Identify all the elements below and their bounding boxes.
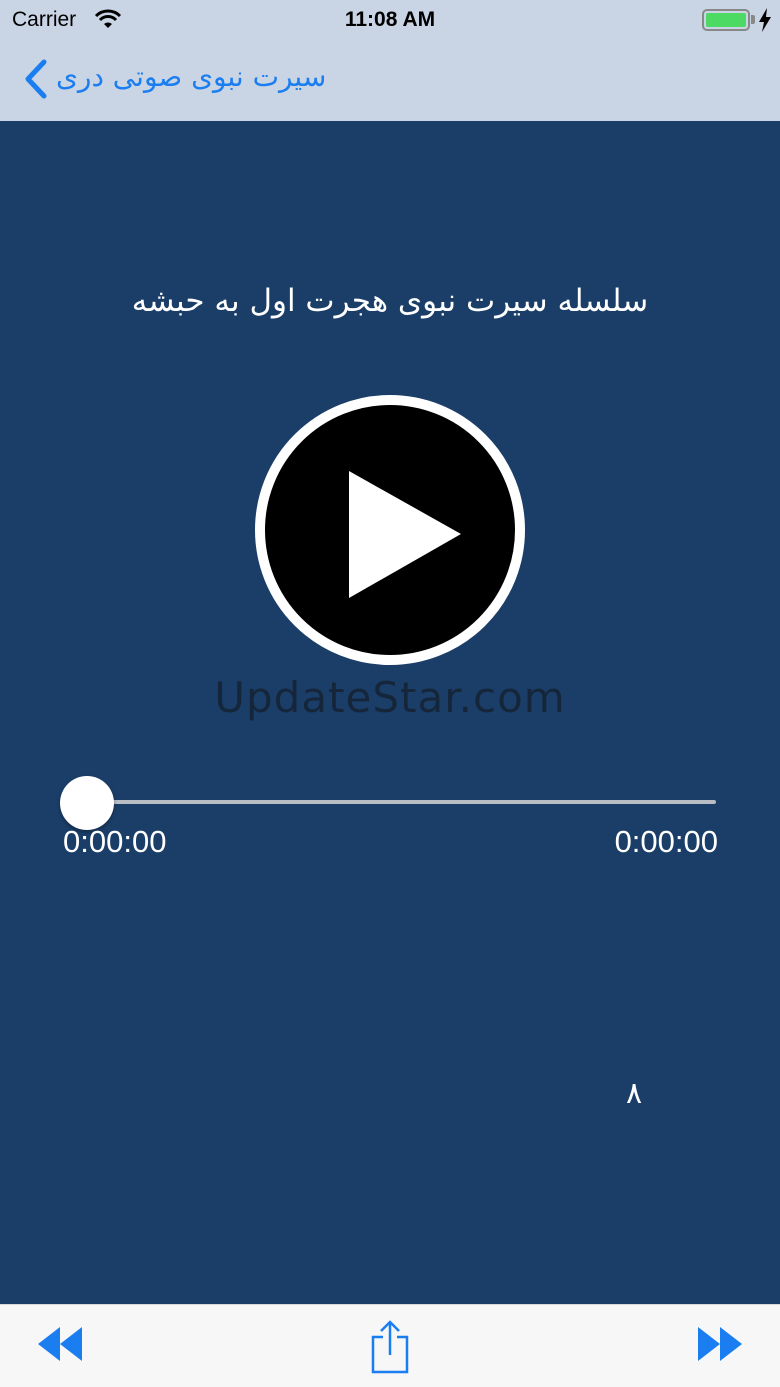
watermark-text: UpdateStar.com bbox=[214, 673, 566, 722]
battery-icon bbox=[702, 9, 750, 31]
fast-forward-icon bbox=[698, 1327, 742, 1361]
rewind-icon bbox=[38, 1327, 82, 1361]
status-time: 11:08 AM bbox=[344, 8, 436, 31]
share-icon bbox=[371, 1320, 409, 1374]
rewind-button[interactable] bbox=[36, 1323, 84, 1365]
status-bar: Carrier 11:08 AM bbox=[0, 0, 780, 40]
player-area: سلسله سیرت نبوی هجرت اول به حبشه UpdateS… bbox=[0, 121, 780, 1304]
progress-slider[interactable] bbox=[60, 772, 720, 830]
play-icon bbox=[349, 471, 461, 598]
slider-track[interactable] bbox=[88, 800, 716, 804]
slider-thumb[interactable] bbox=[60, 776, 114, 830]
total-duration: 0:00:00 bbox=[614, 824, 718, 859]
chevron-left-icon[interactable] bbox=[22, 58, 48, 100]
share-button[interactable] bbox=[370, 1319, 410, 1375]
navigation-bar: سیرت نبوی صوتی دری bbox=[0, 40, 780, 121]
elapsed-time: 0:00:00 bbox=[63, 824, 167, 859]
battery-tip bbox=[751, 15, 755, 24]
bottom-toolbar bbox=[0, 1304, 780, 1387]
track-number: ۸ bbox=[626, 1076, 643, 1111]
charging-bolt-icon bbox=[759, 8, 771, 32]
fast-forward-button[interactable] bbox=[696, 1323, 744, 1365]
track-title: سلسله سیرت نبوی هجرت اول به حبشه bbox=[131, 283, 649, 319]
play-button[interactable] bbox=[255, 395, 525, 665]
back-button-title[interactable]: سیرت نبوی صوتی دری bbox=[56, 60, 326, 93]
